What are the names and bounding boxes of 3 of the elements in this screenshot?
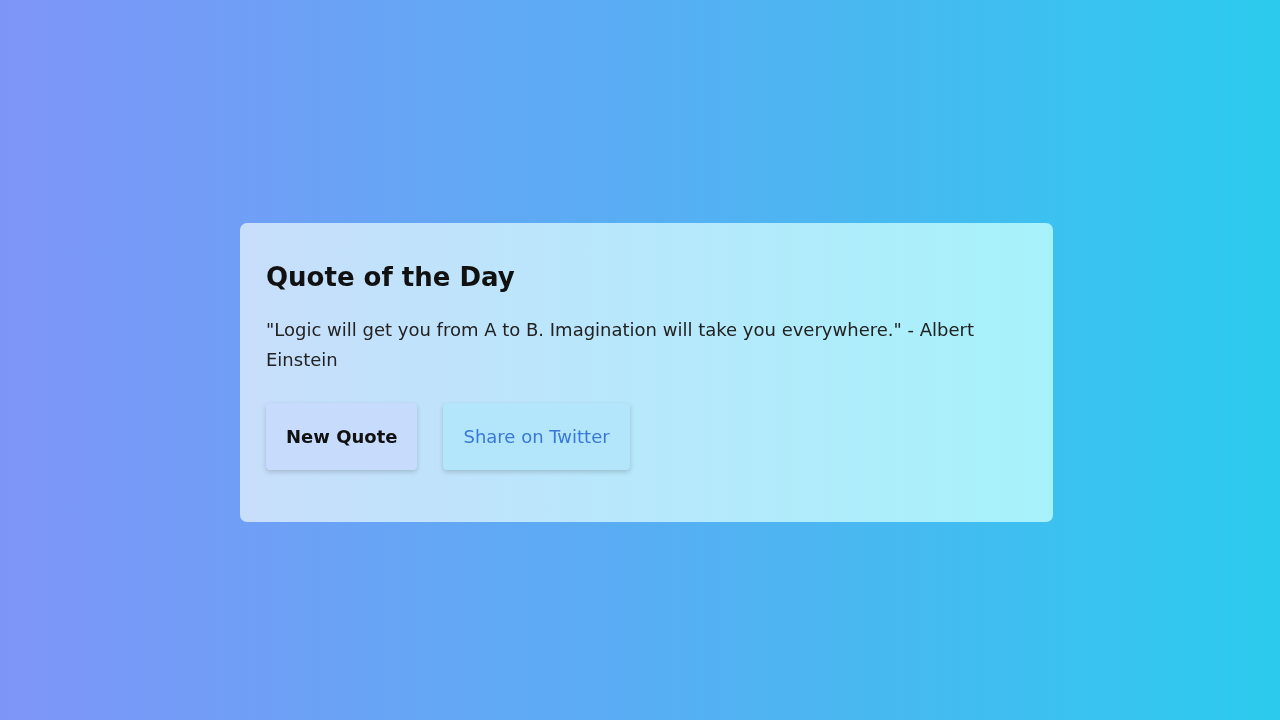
new-quote-button[interactable]: New Quote bbox=[266, 403, 418, 470]
card-title: Quote of the Day bbox=[266, 261, 516, 294]
quote-text: "Logic will get you from A to B. Imagination will take you everywhere." - Albert Einstein bbox=[266, 318, 975, 372]
